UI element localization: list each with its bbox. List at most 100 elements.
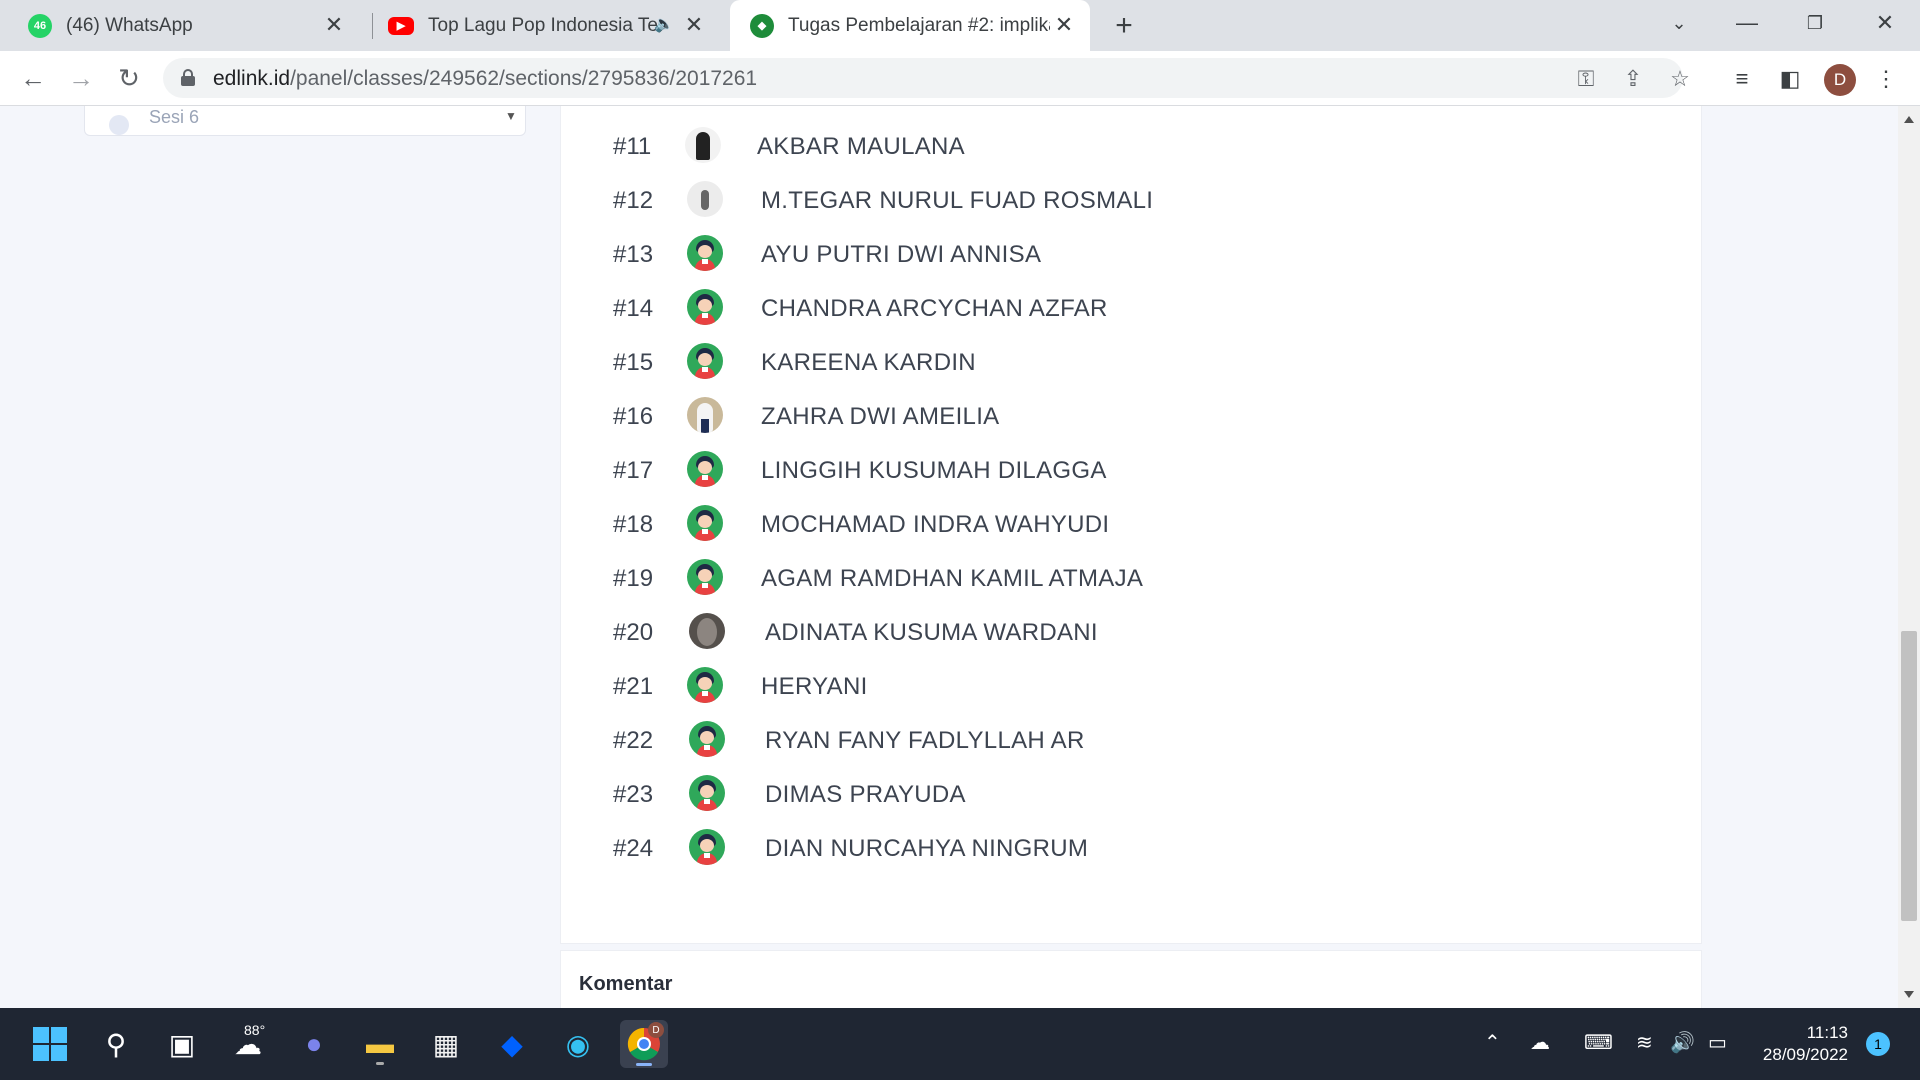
weather-temperature: 88°	[244, 1022, 266, 1038]
system-clock[interactable]: 11:13 28/09/2022	[1752, 1022, 1848, 1066]
chrome-icon[interactable]: D	[620, 1020, 668, 1068]
student-name: AKBAR MAULANA	[757, 133, 965, 160]
student-name: M.TEGAR NURUL FUAD ROSMALI	[761, 187, 1154, 214]
student-number: #22	[613, 727, 654, 754]
student-name: AGAM RAMDHAN KAMIL ATMAJA	[761, 565, 1144, 592]
student-name: ADINATA KUSUMA WARDANI	[765, 619, 1098, 646]
back-button[interactable]: ←	[14, 59, 52, 97]
task-view-icon[interactable]: ▣	[158, 1020, 206, 1068]
student-avatar	[685, 127, 721, 163]
student-row: #15 KAREENA KARDIN	[561, 341, 1703, 385]
minimize-button[interactable]: —	[1722, 6, 1772, 40]
student-avatar	[687, 505, 723, 541]
notification-badge[interactable]: 1	[1866, 1032, 1890, 1056]
page-scrollbar[interactable]	[1898, 106, 1920, 1008]
student-name: AYU PUTRI DWI ANNISA	[761, 241, 1042, 268]
close-tab-icon[interactable]: ✕	[682, 12, 706, 37]
student-avatar	[687, 289, 723, 325]
file-explorer-icon[interactable]: ▬	[356, 1020, 404, 1068]
media-control-icon[interactable]: ≡	[1726, 63, 1758, 95]
close-tab-icon[interactable]: ✕	[1052, 12, 1076, 37]
tab-tugas-pembelajaran[interactable]: ◆ Tugas Pembelajaran #2: implikasi ✕	[730, 0, 1090, 51]
key-icon[interactable]: ⚿	[1571, 64, 1601, 94]
comments-section: Komentar	[560, 950, 1702, 1008]
student-number: #20	[613, 619, 654, 646]
student-row: #24 DIAN NURCAHYA NINGRUM	[561, 827, 1703, 871]
tab-title: Top Lagu Pop Indonesia Terb	[428, 14, 658, 36]
scrollbar-thumb[interactable]	[1901, 631, 1917, 921]
student-number: #15	[613, 349, 654, 376]
student-avatar	[687, 559, 723, 595]
edge-icon[interactable]: ◉	[554, 1020, 602, 1068]
url-text[interactable]: edlink.id/panel/classes/249562/sections/…	[213, 67, 757, 91]
browser-toolbar: ← → ↻ edlink.id/panel/classes/249562/sec…	[0, 51, 1920, 106]
tab-separator	[372, 13, 373, 39]
dropbox-icon[interactable]: ◆	[488, 1020, 536, 1068]
new-tab-button[interactable]: +	[1108, 9, 1140, 42]
store-icon[interactable]: ▦	[422, 1020, 470, 1068]
student-avatar	[687, 397, 723, 433]
student-number: #11	[613, 133, 652, 160]
student-name: CHANDRA ARCYCHAN AZFAR	[761, 295, 1108, 322]
check-circle-icon	[109, 115, 129, 135]
youtube-icon: ▶	[388, 16, 414, 35]
tab-whatsapp[interactable]: 46 (46) WhatsApp ✕	[28, 0, 360, 51]
student-name: HERYANI	[761, 673, 868, 700]
whatsapp-icon: 46	[28, 13, 52, 38]
student-row: #19 AGAM RAMDHAN KAMIL ATMAJA	[561, 557, 1703, 601]
tab-youtube[interactable]: ▶ Top Lagu Pop Indonesia Terb 🔈 ✕	[388, 0, 720, 51]
comments-heading: Komentar	[579, 973, 673, 995]
keyboard-icon[interactable]: ⌨	[1584, 1030, 1613, 1055]
student-name: DIMAS PRAYUDA	[765, 781, 966, 808]
onedrive-icon[interactable]: ☁	[1530, 1030, 1550, 1055]
chat-icon[interactable]: ●	[290, 1020, 338, 1068]
tab-search-button[interactable]: ⌄	[1654, 6, 1704, 40]
search-icon[interactable]: ⚲	[92, 1020, 140, 1068]
wifi-icon[interactable]: ≋	[1636, 1030, 1653, 1055]
chevron-up-icon[interactable]: ⌃	[1484, 1030, 1501, 1055]
student-name: ZAHRA DWI AMEILIA	[761, 403, 1000, 430]
page-content: Sesi 6 ▼ #11 AKBAR MAULANA #12 M.TEGAR NURU…	[0, 106, 1898, 1008]
student-number: #18	[613, 511, 654, 538]
student-name: RYAN FANY FADLYLLAH AR	[765, 727, 1085, 754]
speaker-icon[interactable]: 🔈	[654, 14, 674, 34]
student-name: LINGGIH KUSUMAH DILAGGA	[761, 457, 1107, 484]
scroll-down-icon[interactable]	[1904, 991, 1914, 998]
tab-title: Tugas Pembelajaran #2: implikasi	[788, 14, 1050, 36]
battery-icon[interactable]: ▭	[1708, 1030, 1727, 1055]
menu-kebab-icon[interactable]: ⋮	[1870, 63, 1902, 95]
student-number: #16	[613, 403, 654, 430]
student-row: #22 RYAN FANY FADLYLLAH AR	[561, 719, 1703, 763]
student-avatar	[687, 667, 723, 703]
url-domain: edlink.id	[213, 67, 291, 90]
student-avatar	[687, 181, 723, 217]
side-panel-icon[interactable]: ◧	[1774, 63, 1806, 95]
student-list-card: #11 AKBAR MAULANA #12 M.TEGAR NURUL FUAD RO…	[560, 106, 1702, 944]
session-dropdown[interactable]: Sesi 6 ▼	[84, 106, 526, 136]
close-tab-icon[interactable]: ✕	[322, 12, 346, 37]
start-button[interactable]	[26, 1020, 74, 1068]
forward-button[interactable]: →	[62, 59, 100, 97]
scroll-up-icon[interactable]	[1904, 116, 1914, 123]
student-row: #17 LINGGIH KUSUMAH DILAGGA	[561, 449, 1703, 493]
address-bar[interactable]: edlink.id/panel/classes/249562/sections/…	[163, 58, 1690, 98]
reload-button[interactable]: ↻	[110, 59, 148, 97]
volume-icon[interactable]: 🔊	[1670, 1030, 1695, 1055]
student-name: MOCHAMAD INDRA WAHYUDI	[761, 511, 1110, 538]
student-row: #23 DIMAS PRAYUDA	[561, 773, 1703, 817]
share-icon[interactable]: ⇪	[1618, 64, 1648, 94]
close-window-button[interactable]: ✕	[1860, 6, 1910, 40]
lock-icon[interactable]	[181, 69, 195, 86]
session-label: Sesi 6	[149, 107, 200, 127]
student-row: #21 HERYANI	[561, 665, 1703, 709]
url-path: /panel/classes/249562/sections/2795836/2…	[290, 67, 758, 90]
tab-title: (46) WhatsApp	[66, 14, 193, 36]
student-row: #16 ZAHRA DWI AMEILIA	[561, 395, 1703, 439]
student-avatar	[687, 235, 723, 271]
restore-button[interactable]: ❐	[1790, 6, 1840, 40]
chrome-profile-badge: D	[648, 1022, 664, 1038]
student-number: #21	[613, 673, 654, 700]
bookmark-star-icon[interactable]: ☆	[1665, 64, 1695, 94]
profile-avatar[interactable]: D	[1824, 64, 1856, 96]
chevron-down-icon[interactable]: ▼	[505, 109, 517, 123]
